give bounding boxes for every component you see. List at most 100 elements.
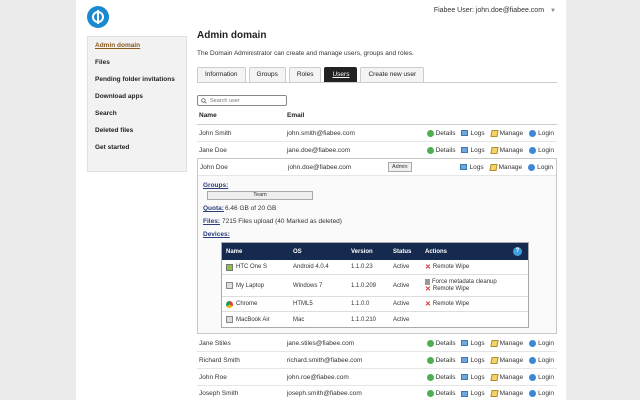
groups-label: Groups:	[203, 182, 229, 189]
sidebar-item-get-started[interactable]: Get started	[88, 139, 186, 156]
details-icon	[426, 390, 434, 397]
quota-value: 6.46 GB of 20 GB	[225, 205, 277, 212]
device-row: HTC One S Android 4.0.4 1.1.0.23 Active …	[222, 260, 528, 275]
user-email: joseph.smith@fiabee.com	[286, 390, 362, 397]
user-name: John Smith	[199, 129, 232, 137]
remote-wipe-button[interactable]: ✕ Remote Wipe	[425, 264, 528, 271]
device-name: Chrome	[236, 301, 258, 307]
login-button[interactable]: Login	[529, 390, 554, 397]
page-title: Admin domain	[197, 30, 267, 41]
sidebar-item-pending-invitations[interactable]: Pending folder invitations	[88, 71, 186, 88]
manage-button[interactable]: Manage	[489, 129, 523, 137]
sidebar-item-download-apps[interactable]: Download apps	[88, 88, 186, 105]
logs-button[interactable]: Logs	[461, 146, 485, 154]
user-email: john.smith@fiabee.com	[286, 129, 355, 137]
device-name: HTC One S	[236, 264, 268, 270]
logs-button[interactable]: Logs	[460, 164, 484, 171]
device-os: Windows 7	[293, 282, 323, 289]
remote-wipe-button[interactable]: ✕ Remote Wipe	[425, 286, 528, 293]
close-icon: ✕	[425, 300, 431, 308]
logs-button[interactable]: Logs	[461, 390, 485, 397]
details-icon	[426, 373, 434, 381]
logs-button[interactable]: Logs	[461, 374, 485, 381]
manage-button[interactable]: Manage	[488, 163, 522, 171]
search-user-input[interactable]	[210, 97, 284, 104]
login-label: Login	[538, 339, 554, 347]
manage-button[interactable]: Manage	[489, 373, 523, 381]
tab-users[interactable]: Users	[324, 67, 358, 82]
details-button[interactable]: Details	[426, 146, 455, 154]
manage-icon	[489, 373, 499, 381]
manage-button[interactable]: Manage	[489, 339, 524, 347]
manage-label: Manage	[499, 339, 524, 347]
user-actions: Details Logs Manage Login	[426, 373, 557, 381]
force-cleanup-label: Force metadata cleanup	[432, 278, 497, 285]
login-button[interactable]: Login	[528, 163, 553, 171]
user-name: Joseph Smith	[199, 390, 239, 397]
login-label: Login	[538, 129, 554, 137]
details-button[interactable]: Details	[426, 339, 456, 347]
laptop-icon	[226, 282, 233, 289]
user-menu[interactable]: Fiabee User: john.doe@fiabee.com ▼	[434, 7, 556, 14]
logs-label: Logs	[470, 146, 485, 154]
device-row: Chrome HTML5 1.1.0.0 Active ✕ Remote Wipe	[222, 297, 528, 312]
user-email: john.roe@fiabee.com	[286, 373, 349, 381]
details-label: Details	[435, 373, 456, 381]
user-name: Jane Doe	[199, 146, 227, 154]
manage-button[interactable]: Manage	[489, 390, 524, 397]
tab-information[interactable]: Information	[197, 67, 246, 82]
login-button[interactable]: Login	[529, 373, 554, 381]
sidebar-item-admin-domain[interactable]: Admin domain	[88, 37, 186, 54]
help-icon[interactable]: ?	[513, 247, 522, 256]
login-button[interactable]: Login	[529, 356, 554, 364]
fiabee-logo[interactable]	[87, 6, 109, 28]
admin-badge: Admin	[388, 162, 412, 172]
logs-label: Logs	[470, 339, 485, 347]
force-metadata-cleanup-button[interactable]: Force metadata cleanup	[425, 278, 528, 285]
manage-button[interactable]: Manage	[489, 356, 523, 364]
logs-button[interactable]: Logs	[461, 339, 485, 347]
user-row: John Doe john.doe@fiabee.com Admin Logs …	[198, 159, 556, 176]
logs-button[interactable]: Logs	[461, 357, 485, 364]
sidebar-item-deleted-files[interactable]: Deleted files	[88, 122, 186, 139]
macbook-icon	[226, 316, 233, 323]
details-button[interactable]: Details	[426, 356, 456, 364]
files-value: 7215 Files upload (40 Marked as deleted)	[222, 218, 342, 225]
logs-button[interactable]: Logs	[461, 130, 485, 137]
details-button[interactable]: Details	[426, 129, 455, 137]
login-button[interactable]: Login	[529, 129, 554, 137]
details-label: Details	[435, 339, 456, 347]
logs-icon	[461, 357, 469, 363]
user-name: Richard Smith	[199, 356, 240, 364]
user-email: richard.smith@fiabee.com	[286, 356, 363, 364]
sidebar-item-search[interactable]: Search	[88, 105, 186, 122]
login-label: Login	[538, 390, 554, 397]
details-label: Details	[435, 356, 456, 364]
login-button[interactable]: Login	[529, 339, 554, 347]
chevron-down-icon[interactable]: ▼	[550, 8, 556, 14]
user-name: John Doe	[200, 163, 228, 171]
sidebar-item-files[interactable]: Files	[88, 54, 186, 71]
login-label: Login	[538, 356, 554, 364]
phone-icon	[226, 263, 233, 271]
tab-roles[interactable]: Roles	[288, 67, 322, 82]
login-button[interactable]: Login	[529, 146, 554, 154]
tab-groups[interactable]: Groups	[248, 67, 286, 82]
tab-create-new-user[interactable]: Create new user	[360, 67, 425, 82]
user-actions: Details Logs Manage Login	[426, 129, 557, 137]
logs-icon	[461, 147, 469, 153]
device-os: Android 4.0.4	[293, 264, 329, 270]
search-box[interactable]	[197, 95, 287, 106]
manage-label: Manage	[499, 390, 524, 397]
details-button[interactable]: Details	[426, 373, 456, 381]
manage-label: Manage	[499, 146, 524, 154]
logs-icon	[461, 340, 469, 346]
files-label: Files:	[203, 218, 220, 225]
login-icon	[529, 129, 537, 137]
device-status: Active	[393, 301, 410, 307]
remote-wipe-button[interactable]: ✕ Remote Wipe	[425, 301, 528, 308]
column-header-name: Name	[199, 112, 217, 119]
manage-button[interactable]: Manage	[489, 146, 524, 154]
details-button[interactable]: Details	[426, 390, 455, 397]
col-device-version: Version	[351, 248, 373, 255]
